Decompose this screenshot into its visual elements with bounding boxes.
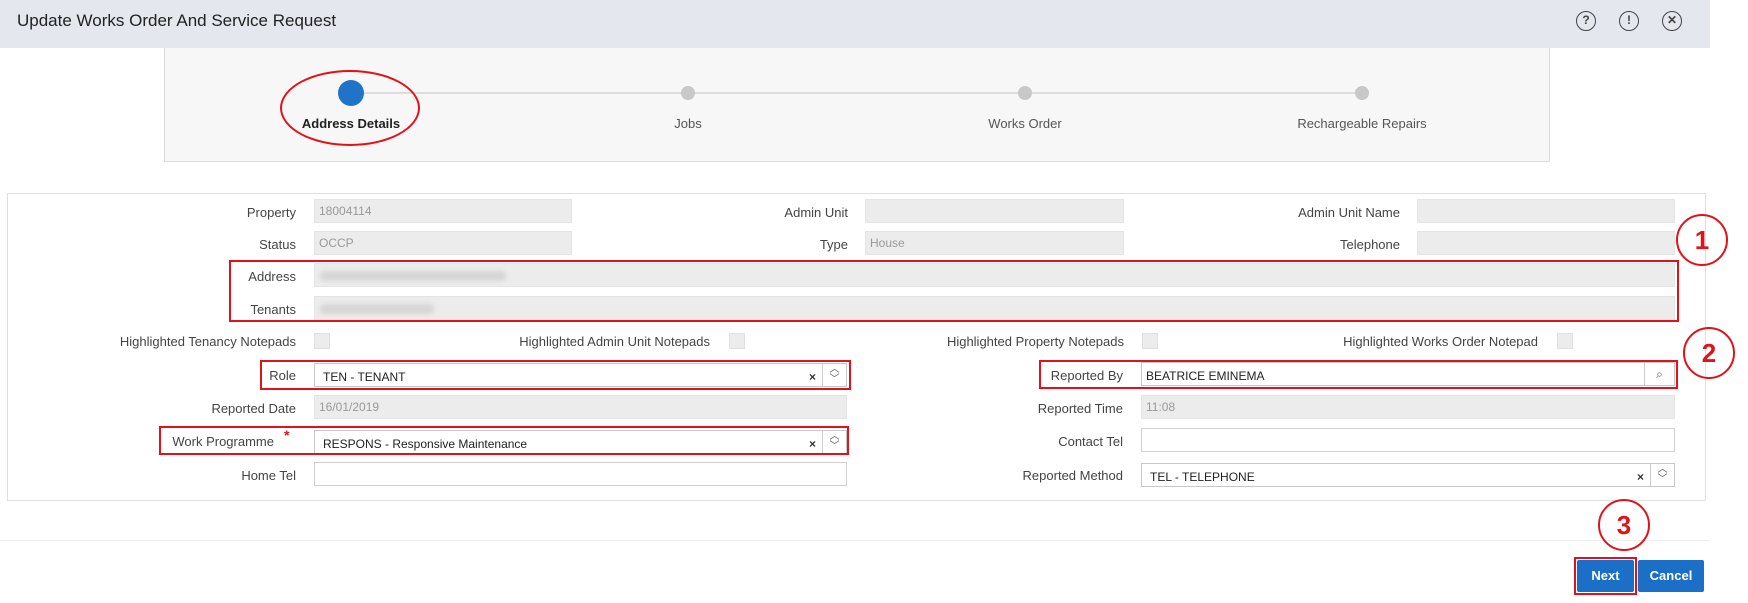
home-tel-label: Home Tel — [241, 468, 296, 483]
wizard-step-label-rechargeable-repairs: Rechargeable Repairs — [1297, 116, 1427, 131]
type-field: House — [865, 231, 1124, 255]
status-field: OCCP — [314, 231, 572, 255]
hl-works-order-notepad-checkbox[interactable] — [1557, 333, 1573, 349]
hl-works-order-notepad-label: Highlighted Works Order Notepad — [1343, 334, 1538, 349]
wizard-step-label-jobs: Jobs — [674, 116, 702, 131]
wizard-step-dot-works-order[interactable] — [1018, 86, 1032, 100]
wizard-step-label-works-order: Works Order — [988, 116, 1062, 131]
hl-admin-unit-notepads-label: Highlighted Admin Unit Notepads — [519, 334, 710, 349]
annotation-box-next — [1574, 557, 1637, 595]
type-label: Type — [819, 237, 848, 252]
admin-unit-name-field — [1417, 199, 1675, 223]
wizard-step-dot-rechargeable-repairs[interactable] — [1355, 86, 1369, 100]
telephone-field — [1417, 231, 1675, 255]
annotation-number-2: 2 — [1683, 327, 1735, 379]
reported-method-label: Reported Method — [1022, 468, 1123, 483]
admin-unit-label: Admin Unit — [784, 205, 848, 220]
property-label: Property — [246, 205, 296, 220]
reported-method-select[interactable]: TEL - TELEPHONE × ︿ ﹀ — [1141, 463, 1675, 487]
annotation-box-reported-by — [1039, 360, 1678, 389]
property-field: 18004114 — [314, 199, 572, 223]
annotation-number-3: 3 — [1598, 499, 1650, 551]
dialog-title: Update Works Order And Service Request — [17, 11, 337, 30]
telephone-label: Telephone — [1340, 237, 1400, 252]
contact-tel-label: Contact Tel — [1058, 434, 1123, 449]
hl-property-notepads-label: Highlighted Property Notepads — [946, 334, 1124, 349]
hl-tenancy-notepads-label: Highlighted Tenancy Notepads — [119, 334, 296, 349]
help-icon[interactable]: ? — [1576, 11, 1596, 31]
close-icon[interactable]: ✕ — [1662, 11, 1682, 31]
reported-time-field: 11:08 — [1141, 395, 1675, 419]
wizard-track — [351, 92, 1361, 94]
dialog-titlebar: Update Works Order And Service Request ?… — [0, 0, 1710, 48]
contact-tel-field[interactable] — [1141, 428, 1675, 452]
annotation-box-role — [260, 360, 851, 390]
cancel-button[interactable]: Cancel — [1638, 560, 1704, 592]
annotation-box-address-tenants — [229, 260, 1679, 322]
footer-divider — [0, 540, 1710, 541]
reported-date-field: 16/01/2019 — [314, 395, 847, 419]
reported-method-value: TEL - TELEPHONE — [1150, 470, 1255, 484]
info-icon[interactable]: ! — [1619, 11, 1639, 31]
hl-tenancy-notepads-checkbox[interactable] — [314, 333, 330, 349]
wizard-step-dot-jobs[interactable] — [681, 86, 695, 100]
reported-method-clear-icon[interactable]: × — [1637, 464, 1644, 490]
admin-unit-name-label: Admin Unit Name — [1298, 205, 1400, 220]
hl-property-notepads-checkbox[interactable] — [1142, 333, 1158, 349]
annotation-number-1: 1 — [1676, 214, 1728, 266]
admin-unit-field — [865, 199, 1124, 223]
annotation-box-work-programme — [159, 426, 849, 455]
annotation-ellipse-step — [280, 70, 420, 146]
reported-time-label: Reported Time — [1037, 401, 1123, 416]
home-tel-field[interactable] — [314, 462, 847, 486]
reported-method-stepper-icon[interactable]: ︿ ﹀ — [1650, 464, 1674, 486]
reported-date-label: Reported Date — [211, 401, 296, 416]
hl-admin-unit-notepads-checkbox[interactable] — [729, 333, 745, 349]
status-label: Status — [259, 237, 296, 252]
